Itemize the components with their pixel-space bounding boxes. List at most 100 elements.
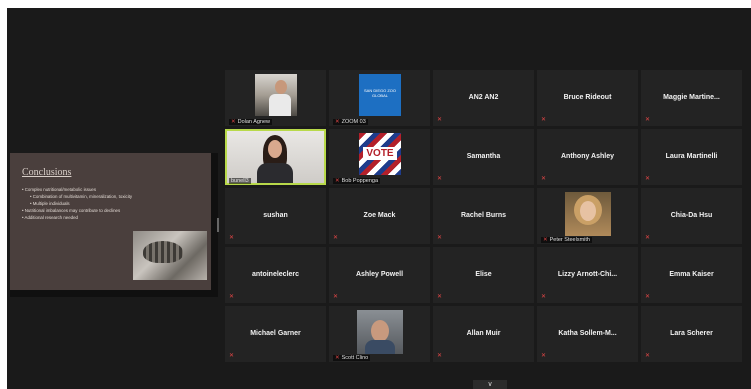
participant-name: Michael Garner — [250, 330, 301, 337]
participant-tile[interactable]: AN2 AN2 ✕ — [433, 70, 534, 126]
slide-bullet: Complex nutritional/metabolic issues — [22, 186, 203, 193]
participant-tile[interactable]: Chia-Da Hsu ✕ — [641, 188, 742, 244]
participant-video — [565, 192, 611, 236]
participant-video — [357, 310, 403, 354]
participant-name: Scott Clino — [341, 355, 369, 361]
participant-name: sushan — [263, 212, 288, 219]
participant-tile[interactable]: Samantha ✕ — [433, 129, 534, 185]
muted-mic-icon: ✕ — [645, 294, 651, 300]
muted-mic-icon: ✕ — [229, 294, 235, 300]
zoom-window: Conclusions Complex nutritional/metaboli… — [7, 8, 751, 389]
panel-splitter-handle[interactable] — [217, 218, 219, 232]
muted-mic-icon: ✕ — [645, 353, 651, 359]
muted-mic-icon: ✕ — [335, 355, 340, 361]
participant-video — [227, 131, 324, 183]
participant-tile[interactable]: Anthony Ashley ✕ — [537, 129, 638, 185]
participant-name: Anthony Ashley — [560, 153, 615, 160]
participant-tile[interactable]: Emma Kaiser ✕ — [641, 247, 742, 303]
muted-mic-icon: ✕ — [437, 176, 443, 182]
participant-tile[interactable]: ✕ Dolan Agnew — [225, 70, 326, 126]
participant-name: Allan Muir — [466, 330, 501, 337]
muted-mic-icon: ✕ — [541, 176, 547, 182]
chevron-down-icon: ∨ — [487, 381, 493, 388]
muted-mic-icon: ✕ — [541, 117, 547, 123]
participant-tile[interactable]: Michael Garner ✕ — [225, 306, 326, 362]
participant-name: Peter Steelsmith — [549, 237, 590, 243]
participant-tile[interactable]: sushan ✕ — [225, 188, 326, 244]
participant-tile[interactable]: Maggie Martine... ✕ — [641, 70, 742, 126]
armadillo-photo — [133, 231, 207, 280]
participant-name: Lizzy Arnott-Chi... — [557, 271, 618, 278]
person-face — [268, 140, 282, 158]
participant-name: AN2 AN2 — [468, 94, 499, 101]
screen-share-panel[interactable]: Conclusions Complex nutritional/metaboli… — [10, 153, 218, 297]
participant-tile[interactable]: ✕ Scott Clino — [329, 306, 430, 362]
participant-tile[interactable]: Elise ✕ — [433, 247, 534, 303]
muted-mic-icon: ✕ — [437, 353, 443, 359]
muted-mic-icon: ✕ — [335, 178, 340, 184]
participant-tile[interactable]: VOTE ✕ Bob Poppenga — [329, 129, 430, 185]
participant-name: Dolan Agnew — [237, 119, 271, 125]
person-body — [365, 340, 395, 354]
muted-mic-icon: ✕ — [335, 119, 340, 125]
participant-tile[interactable]: Zoe Mack ✕ — [329, 188, 430, 244]
participant-name: ZOOM 03 — [341, 119, 366, 125]
participant-video — [255, 74, 297, 116]
participant-name: Zoe Mack — [363, 212, 396, 219]
participant-tile[interactable]: Lara Scherer ✕ — [641, 306, 742, 362]
participant-name: Maggie Martine... — [663, 94, 720, 101]
participant-name-label: ✕ Peter Steelsmith — [541, 237, 592, 243]
participant-video: SAN DIEGO ZOO GLOBAL — [359, 74, 401, 116]
muted-mic-icon: ✕ — [543, 237, 548, 243]
participant-name-label: ✕ ZOOM 03 — [333, 119, 368, 125]
person-face — [580, 201, 596, 221]
person-face — [371, 320, 389, 342]
participant-tile[interactable]: Lizzy Arnott-Chi... ✕ — [537, 247, 638, 303]
muted-mic-icon: ✕ — [437, 235, 443, 241]
person-body — [269, 94, 291, 116]
muted-mic-icon: ✕ — [229, 353, 235, 359]
participant-name: Samantha — [466, 153, 501, 160]
participant-name: Laura Martinelli — [665, 153, 718, 160]
participant-name: Chia-Da Hsu — [670, 212, 713, 219]
muted-mic-icon: ✕ — [437, 117, 443, 123]
muted-mic-icon: ✕ — [645, 176, 651, 182]
muted-mic-icon: ✕ — [645, 235, 651, 241]
presentation-slide: Conclusions Complex nutritional/metaboli… — [10, 153, 211, 290]
muted-mic-icon: ✕ — [333, 235, 339, 241]
slide-bullets: Complex nutritional/metabolic issues Com… — [22, 186, 203, 221]
participant-tile[interactable]: Katha Sollem-M... ✕ — [537, 306, 638, 362]
muted-mic-icon: ✕ — [437, 294, 443, 300]
participant-name-label: ✕ Scott Clino — [333, 355, 371, 361]
participant-name-label: ✕ Bob Poppenga — [333, 178, 381, 184]
muted-mic-icon: ✕ — [645, 117, 651, 123]
participant-name: Lara Scherer — [670, 330, 713, 337]
participant-tile[interactable]: Bruce Rideout ✕ — [537, 70, 638, 126]
participant-name: Ashley Powell — [355, 271, 404, 278]
participant-name: Katha Sollem-M... — [558, 330, 617, 337]
gallery-grid: ✕ Dolan Agnew SAN DIEGO ZOO GLOBAL ✕ ZOOM … — [225, 70, 749, 362]
slide-bullet: Multiple individuals — [22, 200, 203, 207]
muted-mic-icon: ✕ — [541, 294, 547, 300]
muted-mic-icon: ✕ — [229, 235, 235, 241]
participant-tile[interactable]: Allan Muir ✕ — [433, 306, 534, 362]
slide-bullet: Nutritional imbalances may contribute to… — [22, 207, 203, 214]
muted-mic-icon: ✕ — [541, 353, 547, 359]
slide-bullet: Combination of multivitamin, mineralizat… — [22, 193, 203, 200]
muted-mic-icon: ✕ — [231, 119, 236, 125]
participant-name: Bruce Rideout — [563, 94, 612, 101]
participant-tile[interactable]: SAN DIEGO ZOO GLOBAL ✕ ZOOM 03 — [329, 70, 430, 126]
participant-tile[interactable]: ✕ Peter Steelsmith — [537, 188, 638, 244]
participant-tile[interactable]: antoineleclerc ✕ — [225, 247, 326, 303]
participant-tile[interactable]: Ashley Powell ✕ — [329, 247, 430, 303]
participant-tile[interactable]: Rachel Burns ✕ — [433, 188, 534, 244]
armadillo-shape — [143, 241, 183, 263]
participant-name: Rachel Burns — [460, 212, 507, 219]
participant-tile[interactable]: Laura Martinelli ✕ — [641, 129, 742, 185]
participant-video: VOTE — [359, 133, 401, 175]
participant-name: Elise — [475, 271, 492, 278]
vote-sign-text: VOTE — [363, 147, 397, 160]
person-head — [275, 80, 287, 94]
participant-tile-active-speaker[interactable]: bunell3 — [225, 129, 326, 185]
collapse-gallery-button[interactable]: ∨ — [473, 380, 507, 389]
